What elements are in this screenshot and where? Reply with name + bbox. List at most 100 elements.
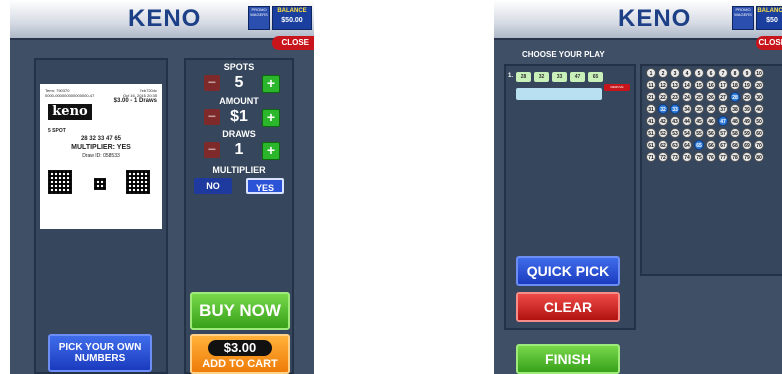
number-ball[interactable]: 75	[694, 152, 704, 162]
number-ball[interactable]: 34	[682, 104, 692, 114]
number-ball[interactable]: 41	[646, 116, 656, 126]
number-ball[interactable]: 12	[658, 80, 668, 90]
finish-button[interactable]: FINISH	[516, 344, 620, 374]
close-button[interactable]: CLOSE	[272, 36, 314, 50]
number-ball[interactable]: 66	[706, 140, 716, 150]
pick-your-own-numbers-button[interactable]: PICK YOUR OWN NUMBERS	[48, 334, 152, 372]
number-ball[interactable]: 76	[706, 152, 716, 162]
number-ball[interactable]: 80	[754, 152, 764, 162]
number-ball[interactable]: 27	[718, 92, 728, 102]
number-ball[interactable]: 77	[718, 152, 728, 162]
quick-pick-button[interactable]: QUICK PICK	[516, 256, 620, 286]
number-ball[interactable]: 23	[670, 92, 680, 102]
number-ball[interactable]: 15	[694, 80, 704, 90]
number-ball[interactable]: 2	[658, 68, 668, 78]
number-ball[interactable]: 70	[754, 140, 764, 150]
number-ball[interactable]: 16	[706, 80, 716, 90]
number-ball[interactable]: 10	[754, 68, 764, 78]
number-ball[interactable]: 24	[682, 92, 692, 102]
number-ball[interactable]: 14	[682, 80, 692, 90]
number-ball[interactable]: 69	[742, 140, 752, 150]
number-ball[interactable]: 7	[718, 68, 728, 78]
number-ball[interactable]: 3	[670, 68, 680, 78]
number-ball[interactable]: 13	[670, 80, 680, 90]
clear-button[interactable]: CLEAR	[516, 292, 620, 322]
number-ball[interactable]: 65	[694, 140, 704, 150]
number-ball[interactable]: 18	[730, 80, 740, 90]
number-ball[interactable]: 47	[718, 116, 728, 126]
promo-wagers-icon[interactable]: PROMO WAGERS	[732, 6, 754, 30]
number-ball[interactable]: 32	[658, 104, 668, 114]
close-button[interactable]: CLOSE	[756, 36, 782, 50]
number-ball[interactable]: 11	[646, 80, 656, 90]
number-ball[interactable]: 38	[730, 104, 740, 114]
number-ball[interactable]: 64	[682, 140, 692, 150]
number-ball[interactable]: 78	[730, 152, 740, 162]
number-ball[interactable]: 52	[658, 128, 668, 138]
number-ball[interactable]: 67	[718, 140, 728, 150]
spots-minus-button[interactable]: −	[204, 75, 220, 91]
spots-plus-button[interactable]: +	[262, 75, 280, 93]
buy-now-button[interactable]: BUY NOW	[190, 292, 290, 330]
add-to-cart-button[interactable]: $3.00 ADD TO CART	[190, 334, 290, 374]
number-ball[interactable]: 42	[658, 116, 668, 126]
number-ball[interactable]: 49	[742, 116, 752, 126]
number-ball[interactable]: 25	[694, 92, 704, 102]
empty-play-slot[interactable]	[516, 88, 602, 100]
number-ball[interactable]: 31	[646, 104, 656, 114]
number-ball[interactable]: 79	[742, 152, 752, 162]
number-ball[interactable]: 4	[682, 68, 692, 78]
number-ball[interactable]: 26	[706, 92, 716, 102]
amount-minus-button[interactable]: −	[204, 109, 220, 125]
amount-plus-button[interactable]: +	[262, 109, 280, 127]
number-ball[interactable]: 5	[694, 68, 704, 78]
number-ball[interactable]: 39	[742, 104, 752, 114]
number-ball[interactable]: 43	[670, 116, 680, 126]
draws-minus-button[interactable]: −	[204, 142, 220, 158]
number-ball[interactable]: 74	[682, 152, 692, 162]
number-ball[interactable]: 35	[694, 104, 704, 114]
number-ball[interactable]: 22	[658, 92, 668, 102]
number-ball[interactable]: 19	[742, 80, 752, 90]
number-ball[interactable]: 45	[694, 116, 704, 126]
number-ball[interactable]: 72	[658, 152, 668, 162]
number-ball[interactable]: 55	[694, 128, 704, 138]
number-ball[interactable]: 44	[682, 116, 692, 126]
number-ball[interactable]: 46	[706, 116, 716, 126]
number-ball[interactable]: 33	[670, 104, 680, 114]
number-ball[interactable]: 71	[646, 152, 656, 162]
number-ball[interactable]: 73	[670, 152, 680, 162]
draws-plus-button[interactable]: +	[262, 142, 280, 160]
number-ball[interactable]: 56	[706, 128, 716, 138]
number-ball[interactable]: 57	[718, 128, 728, 138]
number-ball[interactable]: 40	[754, 104, 764, 114]
number-ball[interactable]: 53	[670, 128, 680, 138]
number-ball[interactable]: 48	[730, 116, 740, 126]
remove-button[interactable]: REMOVE	[604, 84, 630, 91]
number-ball[interactable]: 20	[754, 80, 764, 90]
number-ball[interactable]: 50	[754, 116, 764, 126]
number-ball[interactable]: 60	[754, 128, 764, 138]
promo-wagers-icon[interactable]: PROMO WAGERS	[248, 6, 270, 30]
number-ball[interactable]: 58	[730, 128, 740, 138]
number-ball[interactable]: 61	[646, 140, 656, 150]
number-ball[interactable]: 6	[706, 68, 716, 78]
number-ball[interactable]: 21	[646, 92, 656, 102]
number-ball[interactable]: 59	[742, 128, 752, 138]
number-ball[interactable]: 1	[646, 68, 656, 78]
number-ball[interactable]: 37	[718, 104, 728, 114]
number-ball[interactable]: 8	[730, 68, 740, 78]
number-ball[interactable]: 68	[730, 140, 740, 150]
number-ball[interactable]: 36	[706, 104, 716, 114]
multiplier-no-toggle[interactable]: NO	[194, 178, 232, 194]
number-ball[interactable]: 30	[754, 92, 764, 102]
number-ball[interactable]: 62	[658, 140, 668, 150]
number-ball[interactable]: 17	[718, 80, 728, 90]
number-ball[interactable]: 63	[670, 140, 680, 150]
number-ball[interactable]: 9	[742, 68, 752, 78]
number-ball[interactable]: 51	[646, 128, 656, 138]
number-ball[interactable]: 28	[730, 92, 740, 102]
number-ball[interactable]: 29	[742, 92, 752, 102]
multiplier-yes-toggle[interactable]: YES	[246, 178, 284, 194]
number-ball[interactable]: 54	[682, 128, 692, 138]
